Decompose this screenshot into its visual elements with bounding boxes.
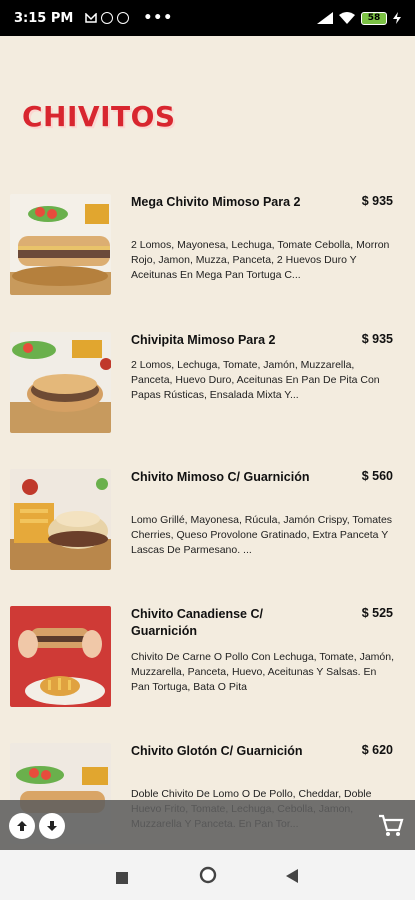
menu-item[interactable]: Chivito Mimoso C/ Guarnición $ 560 Lomo … bbox=[10, 469, 405, 589]
more-notifications-icon: ••• bbox=[143, 10, 174, 26]
item-description: 2 Lomos, Mayonesa, Lechuga, Tomate Cebol… bbox=[131, 239, 390, 281]
item-name: Chivito Mimoso C/ Guarnición bbox=[131, 470, 310, 484]
item-name: Chivito Glotón C/ Guarnición bbox=[131, 744, 303, 758]
item-price: $ 620 bbox=[361, 743, 393, 757]
status-right: 58 bbox=[317, 11, 401, 25]
cart-button[interactable] bbox=[377, 810, 405, 838]
nav-square-icon bbox=[116, 872, 128, 884]
item-price: $ 935 bbox=[361, 332, 393, 346]
cart-icon bbox=[379, 814, 404, 836]
arrow-up-icon bbox=[17, 821, 27, 831]
item-name: Chivito Canadiense C/ Guarnición bbox=[131, 607, 263, 638]
nav-back-button[interactable] bbox=[286, 868, 298, 887]
charging-icon bbox=[393, 12, 401, 24]
gmail-icon bbox=[85, 13, 98, 23]
nav-home-button[interactable] bbox=[199, 866, 217, 888]
item-name: Mega Chivito Mimoso Para 2 bbox=[131, 195, 301, 209]
item-image bbox=[10, 332, 111, 433]
page-title: CHIVITOS bbox=[22, 100, 176, 133]
item-name: Chivipita Mimoso Para 2 bbox=[131, 333, 276, 347]
notification-icons bbox=[85, 12, 130, 24]
nav-recents-button[interactable] bbox=[116, 869, 128, 888]
battery-icon: 58 bbox=[361, 11, 387, 25]
item-description: 2 Lomos, Lechuga, Tomate, Jamón, Muzzare… bbox=[131, 359, 380, 401]
system-navigation-bar bbox=[0, 850, 415, 900]
item-price: $ 525 bbox=[361, 606, 393, 620]
clock: 3:15 PM bbox=[14, 10, 74, 26]
item-description: Lomo Grillé, Mayonesa, Rúcula, Jamón Cri… bbox=[131, 514, 393, 556]
item-image bbox=[10, 469, 111, 570]
scroll-down-button[interactable] bbox=[39, 813, 65, 839]
menu-item[interactable]: Mega Chivito Mimoso Para 2 $ 935 2 Lomos… bbox=[10, 194, 405, 314]
item-image bbox=[10, 606, 111, 707]
nav-back-icon bbox=[286, 869, 298, 883]
menu-item[interactable]: Chivito Canadiense C/ Guarnición $ 525 C… bbox=[10, 606, 405, 726]
sync-icon bbox=[101, 12, 114, 24]
nav-home-icon bbox=[199, 866, 217, 884]
no-disturb-icon bbox=[117, 12, 130, 24]
item-description: Chivito De Carne O Pollo Con Lechuga, To… bbox=[131, 651, 395, 693]
signal-icon bbox=[317, 12, 333, 24]
item-image bbox=[10, 194, 111, 295]
arrow-down-icon bbox=[47, 821, 57, 831]
item-price: $ 560 bbox=[361, 469, 393, 483]
status-left: 3:15 PM ••• bbox=[14, 10, 173, 26]
item-price: $ 935 bbox=[361, 194, 393, 208]
menu-item[interactable]: Chivipita Mimoso Para 2 $ 935 2 Lomos, L… bbox=[10, 332, 405, 452]
status-bar: 3:15 PM ••• 58 bbox=[0, 0, 415, 36]
wifi-icon bbox=[339, 12, 355, 24]
scroll-up-button[interactable] bbox=[9, 813, 35, 839]
bottom-action-bar bbox=[0, 800, 415, 850]
